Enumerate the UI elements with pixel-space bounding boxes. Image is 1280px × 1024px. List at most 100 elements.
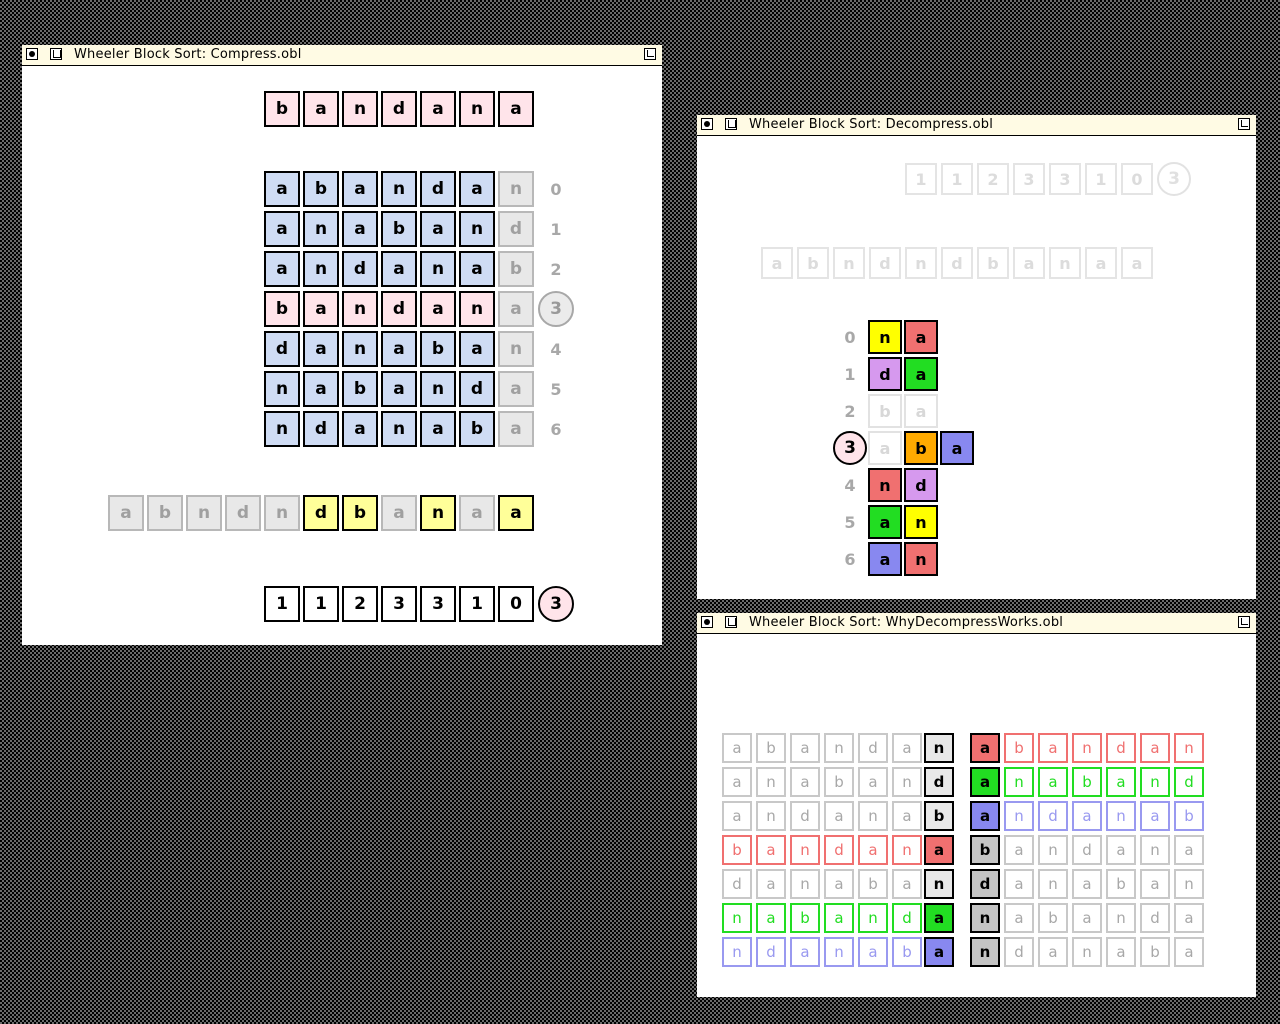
window-menu-icon[interactable]	[725, 118, 737, 130]
rotation-cell: b	[381, 211, 417, 247]
decode-row-index: 0	[844, 327, 856, 347]
why-right-cell: d	[1174, 767, 1204, 797]
why-right-cell: b	[1106, 869, 1136, 899]
compress-window[interactable]: Wheeler Block Sort: Compress.obl bandana…	[22, 45, 662, 645]
rotation-cell: a	[303, 371, 339, 407]
why-left-cell: a	[892, 801, 922, 831]
decode-cell: n	[904, 505, 938, 539]
rotation-cell: n	[303, 251, 339, 287]
mtf-code: 1	[264, 586, 300, 622]
window-menu-icon[interactable]	[50, 48, 62, 60]
rotation-cell: d	[381, 291, 417, 327]
why-right-first-cell: a	[970, 767, 1000, 797]
why-right-cell: n	[1106, 801, 1136, 831]
decompress-window[interactable]: Wheeler Block Sort: Decompress.obl 11233…	[697, 115, 1256, 599]
why-right-cell: a	[1106, 767, 1136, 797]
output-char: d	[225, 495, 261, 531]
why-left-cell: a	[858, 767, 888, 797]
why-left-last-cell: n	[924, 733, 954, 763]
faint-string-char: d	[941, 247, 973, 279]
rotation-cell: n	[381, 171, 417, 207]
rotation-cell: b	[303, 171, 339, 207]
zoom-box-icon[interactable]	[1238, 616, 1250, 628]
decode-cell: a	[904, 394, 938, 428]
mtf-marker: 3	[538, 586, 574, 622]
why-left-cell: a	[824, 801, 854, 831]
faint-string-char: a	[1013, 247, 1045, 279]
why-right-first-cell: n	[970, 937, 1000, 967]
rotation-cell: n	[342, 331, 378, 367]
input-char: a	[498, 91, 534, 127]
why-left-cell: b	[756, 733, 786, 763]
mtf-code: 3	[381, 586, 417, 622]
faint-string-char: n	[905, 247, 937, 279]
decode-cell: b	[868, 394, 902, 428]
zoom-box-icon[interactable]	[644, 48, 656, 60]
faint-string-char: a	[1121, 247, 1153, 279]
window-menu-icon[interactable]	[725, 616, 737, 628]
rotation-cell: b	[420, 331, 456, 367]
why-right-cell: b	[1140, 937, 1170, 967]
faint-code: 0	[1121, 163, 1153, 195]
output-char: n	[264, 495, 300, 531]
decode-row-index: 4	[844, 475, 856, 495]
faint-code: 3	[1049, 163, 1081, 195]
why-window[interactable]: Wheeler Block Sort: WhyDecompressWorks.o…	[697, 613, 1256, 997]
why-right-cell: d	[1106, 733, 1136, 763]
why-right-cell: d	[1140, 903, 1170, 933]
close-box-icon[interactable]	[26, 48, 38, 60]
faint-code-marker: 3	[1157, 162, 1191, 196]
rotation-cell: n	[420, 251, 456, 287]
rotation-cell: a	[420, 291, 456, 327]
why-right-cell: n	[1174, 869, 1204, 899]
row-index: 6	[550, 419, 562, 439]
why-right-cell: a	[1004, 869, 1034, 899]
zoom-box-icon[interactable]	[1238, 118, 1250, 130]
faint-string-char: n	[1049, 247, 1081, 279]
why-left-cell: a	[790, 767, 820, 797]
rotation-cell: a	[459, 331, 495, 367]
close-box-icon[interactable]	[701, 616, 713, 628]
why-left-cell: b	[892, 937, 922, 967]
mtf-code: 3	[420, 586, 456, 622]
why-right-cell: n	[1106, 903, 1136, 933]
faint-string-char: b	[977, 247, 1009, 279]
decompress-titlebar[interactable]: Wheeler Block Sort: Decompress.obl	[697, 115, 1256, 136]
rotation-cell: a	[459, 251, 495, 287]
why-right-first-cell: d	[970, 869, 1000, 899]
faint-string-char: b	[797, 247, 829, 279]
rotation-cell: a	[303, 291, 339, 327]
why-left-cell: a	[858, 937, 888, 967]
decode-cell: n	[868, 320, 902, 354]
faint-string-char: d	[869, 247, 901, 279]
why-right-cell: a	[1072, 903, 1102, 933]
decode-cell: d	[868, 357, 902, 391]
rotation-cell: a	[264, 171, 300, 207]
why-left-cell: n	[824, 733, 854, 763]
mtf-code: 2	[342, 586, 378, 622]
window-title: Wheeler Block Sort: Compress.obl	[74, 47, 302, 62]
why-right-cell: a	[1174, 937, 1204, 967]
close-box-icon[interactable]	[701, 118, 713, 130]
rotation-cell: a	[342, 211, 378, 247]
why-right-cell: n	[1072, 937, 1102, 967]
rotation-cell: b	[459, 411, 495, 447]
rotation-cell: n	[303, 211, 339, 247]
why-titlebar[interactable]: Wheeler Block Sort: WhyDecompressWorks.o…	[697, 613, 1256, 634]
why-left-cell: b	[858, 869, 888, 899]
why-right-first-cell: a	[970, 801, 1000, 831]
window-title: Wheeler Block Sort: Decompress.obl	[749, 117, 994, 132]
rotation-cell: d	[342, 251, 378, 287]
rotation-cell: a	[381, 371, 417, 407]
why-left-last-cell: a	[924, 835, 954, 865]
why-left-cell: n	[858, 903, 888, 933]
rotation-cell: b	[498, 251, 534, 287]
rotation-cell: d	[420, 171, 456, 207]
why-left-cell: d	[722, 869, 752, 899]
why-right-cell: n	[1072, 733, 1102, 763]
decode-cell: a	[904, 320, 938, 354]
rotation-cell: n	[381, 411, 417, 447]
rotation-cell: n	[420, 371, 456, 407]
compress-titlebar[interactable]: Wheeler Block Sort: Compress.obl	[22, 45, 662, 66]
why-left-cell: n	[756, 767, 786, 797]
